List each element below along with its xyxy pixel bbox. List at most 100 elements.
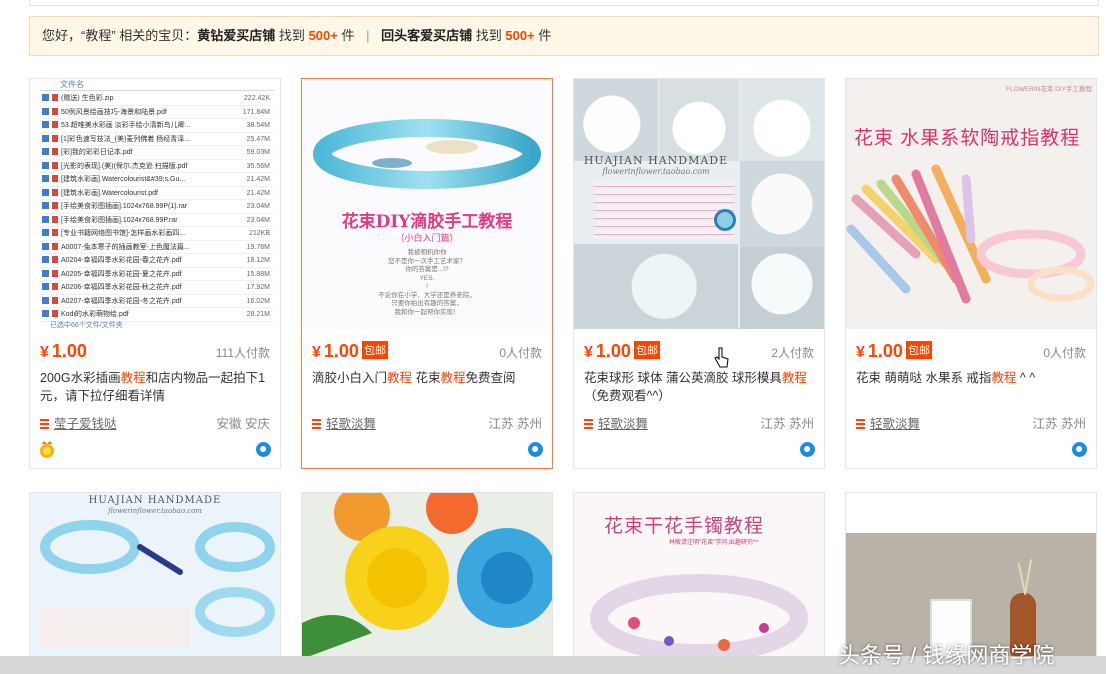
product-card[interactable] xyxy=(845,492,1097,658)
notice-shop1[interactable]: 黄钻爱买店铺 xyxy=(197,28,275,43)
pdf-icon xyxy=(52,310,58,317)
file-list-row: A0207-幸福四季水彩花园-冬之花卉.pdf 16.02M xyxy=(40,295,274,308)
shop-link[interactable]: 轻歌淡舞 xyxy=(584,413,648,432)
wangwang-chat-icon[interactable] xyxy=(256,442,271,457)
pdf-icon xyxy=(52,215,58,223)
notice-unit1: 件 xyxy=(341,28,355,43)
paid-count: 2人付款 xyxy=(771,346,814,360)
price: ¥1.00 xyxy=(40,341,87,361)
shop-location: 江苏 苏州 xyxy=(1032,417,1086,431)
file-size: 21.42M xyxy=(246,176,270,183)
paid-count: 111人付款 xyxy=(215,346,270,360)
file-size: 212KB xyxy=(248,230,270,237)
product-card[interactable]: 文件名 (赠送) 生色彩.zip 222.42K 50例风景绘画技巧-海景和陆景.p… xyxy=(29,78,281,469)
product-card[interactable]: HUAJIAN HANDMADE flowerinflower.taobao.c… xyxy=(573,78,825,469)
product-card[interactable] xyxy=(301,492,553,658)
thumb-subtitle: （小白入门篇） xyxy=(395,233,459,243)
price: ¥1.00 包邮 xyxy=(856,341,932,361)
wangwang-chat-icon[interactable] xyxy=(800,442,815,457)
product-title[interactable]: 200G水彩插画教程和店内物品一起拍下1元，请下拉仔细看详情 xyxy=(40,369,272,405)
file-name: [建筑水彩画].Watercolourist.pdf xyxy=(61,189,158,197)
file-name: Kodi的水彩萌物绘.pdf xyxy=(61,311,129,318)
file-name: A0207-幸福四季水彩花园-冬之花卉.pdf xyxy=(61,297,182,305)
file-list-row: A0206-幸福四季水彩花园-秋之花卉.pdf 17.92M xyxy=(40,281,274,295)
notice-shop2[interactable]: 回头客爱买店铺 xyxy=(381,28,472,43)
pdf-icon xyxy=(52,296,58,304)
file-list-footer: 已选中66个文件/文件夹 xyxy=(50,322,123,329)
clay-sticks-image xyxy=(846,164,1095,304)
file-list-header: 文件名 xyxy=(40,79,274,91)
product-card[interactable]: 花束DIY滴胶手工教程 （小白入门篇） 我被相机你你 您不是你一次手工艺术家？ 你的… xyxy=(301,78,553,469)
file-list-row: [手绘美食彩图插画].1024x768.99P.rar 23.04M xyxy=(40,214,274,227)
thumb-text-line: 我被相机你你 xyxy=(407,249,447,256)
pdf-icon xyxy=(52,134,58,142)
product-thumbnail[interactable]: HUAJIAN HANDMADE flowerinflower.taobao.c… xyxy=(574,79,824,329)
shop-list-icon xyxy=(584,419,593,429)
file-size: 17.92M xyxy=(246,284,270,291)
file-name: [1]彩色速写技法_(美)麦列佛着 杨经青泽... xyxy=(61,135,191,143)
file-size: 38.54M xyxy=(246,122,270,129)
product-card[interactable]: HUAJIAN HANDMADE flowerinflower.taobao.c… xyxy=(29,492,281,658)
file-name: 50例风景绘画技巧-海景和陆景.pdf xyxy=(61,108,167,116)
thumb-text-line: 只要你拍出有趣的答案， xyxy=(391,300,463,307)
product-thumbnail[interactable]: FLOWERIN花束 DIY手工教程 花束 水果系软陶戒指教程 xyxy=(846,79,1096,329)
wangwang-chat-icon[interactable] xyxy=(528,442,543,457)
shop-link[interactable]: 轻歌淡舞 xyxy=(856,413,920,432)
shop-link[interactable]: 莹子爱钱哒 xyxy=(40,413,117,432)
wangwang-chat-icon[interactable] xyxy=(1072,442,1087,457)
product-card[interactable]: 花束干花手镯教程 林敏请注明"花束"学问,出趣研究^^ xyxy=(573,492,825,658)
file-list-row: [建筑水彩画].Watercolourist.pdf 21.42M xyxy=(40,187,274,200)
thumb-title: 花束 水果系软陶戒指教程 xyxy=(854,128,1081,149)
product-card[interactable]: FLOWERIN花束 DIY手工教程 花束 水果系软陶戒指教程 ¥1.00 包邮 … xyxy=(845,78,1097,469)
paid-count: 0人付款 xyxy=(499,346,542,360)
previous-section-frame xyxy=(29,0,1099,6)
file-name: (赠送) 生色彩.zip xyxy=(61,95,114,102)
thumb-brand: HUAJIAN HANDMADE xyxy=(88,495,222,506)
thumb-text-line: YES. xyxy=(419,274,435,282)
bracelet-molds-image xyxy=(40,520,275,647)
file-name: A0204-幸福四季水彩花园-春之花卉.pdf xyxy=(61,257,182,264)
thumb-title: 花束DIY滴胶手工教程 xyxy=(341,212,513,232)
product-title[interactable]: 花束 萌萌哒 水果系 戒指教程 ^ ^ xyxy=(856,369,1088,387)
product-title[interactable]: 滴胶小白入门教程 花束教程免费查阅 xyxy=(312,369,544,387)
thumb-brand: FLOWERIN花束 DIY手工教程 xyxy=(1006,86,1092,93)
file-list-row: 50例风景绘画技巧-海景和陆景.pdf 171.84M xyxy=(40,106,274,119)
checkbox-icon xyxy=(42,121,49,128)
checkbox-icon xyxy=(42,256,49,263)
file-size: 28.21M xyxy=(246,311,270,318)
thumb-text-line: 你的答案是...!? xyxy=(405,266,449,273)
shop-link[interactable]: 轻歌淡舞 xyxy=(312,413,376,432)
file-list-row: 53.超唯美水彩画 淡彩手绘小清新鸟儿卿... 38.54M xyxy=(40,119,274,133)
file-name: [手绘美食彩图插画].1024x768.99P.rar xyxy=(61,216,178,224)
file-name: [手绘美食彩图插画].1024x768.99P(1).rar xyxy=(61,203,188,210)
checkbox-icon xyxy=(42,134,49,142)
watermark-text: 头条号 / 钱缘网商学院 xyxy=(838,643,1055,668)
gold-crown-icon[interactable] xyxy=(39,441,55,459)
notice-found1: 找到 xyxy=(278,28,305,43)
pdf-icon xyxy=(52,121,58,128)
checkbox-icon xyxy=(42,94,49,101)
product-thumbnail[interactable]: 文件名 (赠送) 生色彩.zip 222.42K 50例风景绘画技巧-海景和陆景.p… xyxy=(30,79,280,329)
shop-list-icon xyxy=(856,419,865,429)
file-size: 21.42M xyxy=(246,189,270,197)
mouse-pointer-icon xyxy=(714,347,729,368)
file-name: A0206-幸福四季水彩花园-秋之花卉.pdf xyxy=(61,284,182,291)
pdf-icon xyxy=(52,175,58,182)
notice-separator: | xyxy=(366,28,370,43)
product-title[interactable]: 花束球形 球体 蒲公英滴胶 球形模具教程（免费观看^^） xyxy=(584,369,816,405)
file-list-row: [建筑水彩画].Watercolourist&#39;s.Gu... 21.42M xyxy=(40,173,274,187)
free-shipping-badge: 包邮 xyxy=(361,341,388,359)
file-name: [专业书籍网络图书馆]-怎样画水彩画四... xyxy=(61,230,186,237)
file-name: 53.超唯美水彩画 淡彩手绘小清新鸟儿卿... xyxy=(61,122,191,129)
pdf-icon xyxy=(52,148,58,155)
pdf-icon xyxy=(52,94,58,101)
thumb-brand-sub: flowerinflower.taobao.com xyxy=(108,507,202,515)
colored-roses-image xyxy=(302,493,552,657)
shop-location: 江苏 苏州 xyxy=(760,417,814,431)
file-size: 59.03M xyxy=(246,149,270,156)
checkbox-icon xyxy=(42,107,49,115)
file-list-row: [光影的表现].(美)(保尔.杰克逊.扫描版.pdf 35.56M xyxy=(40,160,274,173)
pdf-icon xyxy=(52,269,58,277)
search-notice-bar: 您好，“教程” 相关的宝贝：黄钻爱买店铺 找到 500+ 件 | 回头客爱买店铺… xyxy=(29,16,1099,56)
product-thumbnail[interactable]: 花束DIY滴胶手工教程 （小白入门篇） 我被相机你你 您不是你一次手工艺术家？ 你的… xyxy=(302,79,552,329)
